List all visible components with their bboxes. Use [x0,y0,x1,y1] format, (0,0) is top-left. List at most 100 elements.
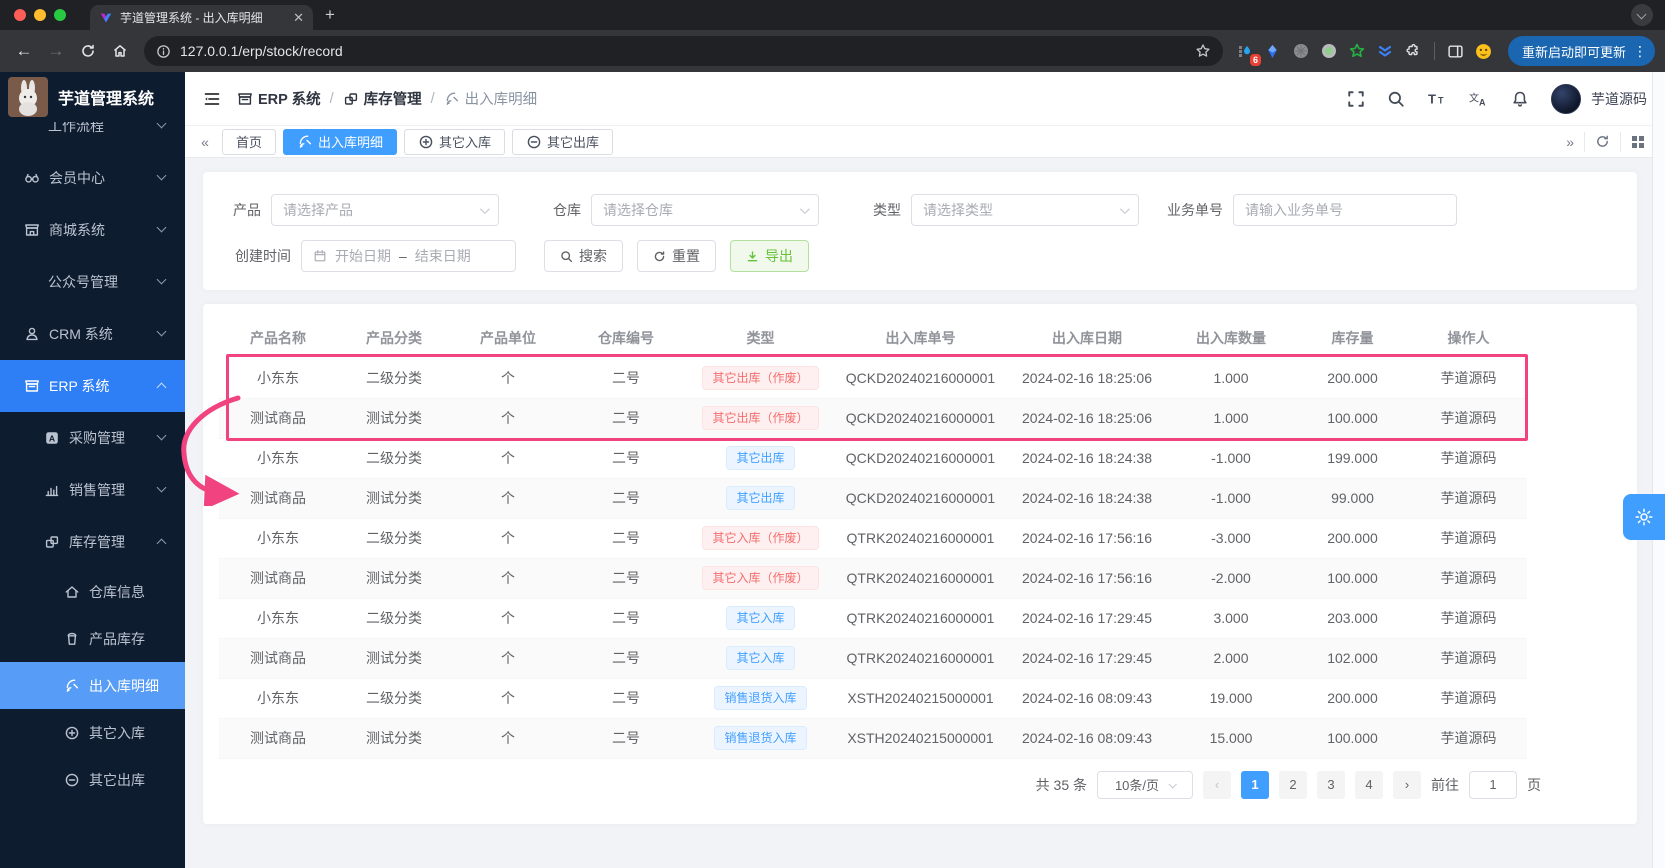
theme-settings-button[interactable] [1623,494,1665,540]
bookmark-star-icon[interactable] [1195,43,1211,59]
type-cell: 其它入库 [687,598,834,639]
layout-grid-icon[interactable] [1620,131,1655,152]
sidebar-item[interactable]: 销售管理 [0,464,185,516]
translate-icon[interactable]: 文A [1469,90,1489,108]
minimize-window-button[interactable] [34,9,46,21]
extension-gray-icon[interactable] [1289,39,1313,63]
goto-page-input[interactable] [1469,770,1517,799]
user-avatar[interactable] [1551,83,1581,114]
date-range-picker[interactable]: 开始日期 – 结束日期 [301,240,516,272]
tab-item[interactable]: 其它出库 [512,128,614,155]
page-button[interactable]: 2 [1279,770,1307,799]
breadcrumb-item[interactable]: 出入库明细 [444,88,537,109]
type-cell: 其它入库（作废） [687,518,834,559]
sidebar-item[interactable]: A 采购管理 [0,412,185,464]
warehouse-cell: 二号 [565,558,687,599]
sidebar-item[interactable]: CRM 系统 [0,308,185,360]
tab-search-button[interactable] [1631,4,1653,26]
side-panel-icon[interactable] [1444,39,1468,63]
table-row[interactable]: 小东东 二级分类个二号 销售退货入库 XSTH20240215000001 2024-0… [219,678,1527,719]
table-row[interactable]: 测试商品 测试分类个二号 其它出库 QCKD20240216000001 2024-02… [219,478,1527,519]
search-icon[interactable] [1387,90,1405,108]
tabs-scroll-left-icon[interactable]: « [195,134,215,150]
new-tab-button[interactable]: + [325,5,335,25]
collapse-menu-icon[interactable] [203,90,221,108]
page-button[interactable]: 3 [1317,770,1345,799]
extension-green-circle-icon[interactable] [1317,39,1341,63]
sidebar-item[interactable]: 出入库明细 [0,662,185,709]
tabs-scroll-right-icon[interactable]: » [1556,132,1584,152]
browser-update-button[interactable]: 重新启动即可更新 ⋮ [1507,36,1655,66]
product-select[interactable]: 请选择产品 [271,194,499,226]
sidebar-item[interactable]: 产品库存 [0,615,185,662]
sidebar-item[interactable]: ERP 系统 [0,360,185,412]
breadcrumb-item[interactable]: ERP 系统 [237,88,321,109]
operator-cell: 芋道源码 [1410,718,1527,759]
table-row[interactable]: 小东东 二级分类个二号 其它出库（作废） QCKD20240216000001 2024… [219,358,1527,399]
search-icon [560,250,573,263]
table-row[interactable]: 测试商品 测试分类个二号 销售退货入库 XSTH20240215000001 2024-… [219,718,1527,759]
sidebar-item[interactable]: 其它出库 [0,756,185,803]
sidebar-logo-row[interactable]: 芋道管理系统 [0,72,185,122]
extension-chevrons-icon[interactable] [1373,39,1397,63]
site-info-icon[interactable] [156,44,171,59]
tab-item[interactable]: 其它入库 [404,128,506,155]
table-row[interactable]: 小东东 二级分类个二号 其它入库 QTRK20240216000001 2024-02-… [219,598,1527,639]
page-button[interactable]: 4 [1355,770,1383,799]
home-icon[interactable] [106,37,134,65]
prev-page-button[interactable]: ‹ [1203,770,1231,799]
browser-menu-icon[interactable]: ⋮ [1633,43,1647,60]
emoji-extension-icon[interactable] [1472,39,1496,63]
browser-tab[interactable]: 芋道管理系统 - 出入库明细 ✕ [90,5,313,30]
extension-pin-icon[interactable] [1261,39,1285,63]
refresh-page-icon[interactable] [1584,131,1620,152]
close-tab-icon[interactable]: ✕ [293,10,304,26]
search-button[interactable]: 搜索 [544,240,623,272]
scrollbar[interactable] [1652,72,1665,868]
next-page-button[interactable]: › [1393,770,1421,799]
tab-active[interactable]: 出入库明细 [283,128,398,155]
tab-label: 出入库明细 [318,135,384,150]
table-row[interactable]: 测试商品 测试分类个二号 其它入库（作废） QTRK20240216000001 202… [219,558,1527,599]
sidebar-item[interactable]: 其它入库 [0,709,185,756]
url-bar[interactable]: 127.0.0.1/erp/stock/record [144,36,1223,66]
table-row[interactable]: 测试商品 测试分类个二号 其它出库（作废） QCKD20240216000001 202… [219,398,1527,439]
sidebar-item[interactable]: 仓库信息 [0,568,185,615]
page-size-select[interactable]: 10条/页 [1097,770,1193,799]
export-button[interactable]: 导出 [730,240,809,272]
bizno-input[interactable]: 请输入业务单号 [1233,194,1457,226]
sidebar-item[interactable]: 公众号管理 [0,256,185,308]
page-button[interactable]: 1 [1241,770,1269,799]
name-cell: 测试商品 [219,398,337,439]
tab-item[interactable]: 首页 [222,128,277,155]
sidebar-item[interactable]: 会员中心 [0,152,185,204]
type-select[interactable]: 请选择类型 [911,194,1139,226]
reload-icon[interactable] [74,37,102,65]
toolbar-divider [1433,42,1435,60]
breadcrumb-item[interactable]: 库存管理 [343,88,422,109]
table-row[interactable]: 小东东 二级分类个二号 其它入库（作废） QTRK20240216000001 2024… [219,518,1527,559]
table-row[interactable]: 测试商品 测试分类个二号 其它入库 QTRK20240216000001 2024-02… [219,638,1527,679]
unit-cell: 个 [451,558,565,599]
warehouse-select[interactable]: 请选择仓库 [591,194,819,226]
sidebar-item[interactable]: 商城系统 [0,204,185,256]
close-window-button[interactable] [14,9,26,21]
back-icon[interactable]: ← [10,37,38,65]
extensions-puzzle-icon[interactable] [1401,39,1425,63]
circle-minus-icon [64,772,80,788]
zoom-window-button[interactable] [54,9,66,21]
chevron-up-icon [156,382,167,393]
sidebar-item[interactable]: 库存管理 [0,516,185,568]
font-size-icon[interactable]: TT [1427,90,1447,108]
table-row[interactable]: 小东东 二级分类个二号 其它出库 QCKD20240216000001 2024-02-… [219,438,1527,479]
date-cell: 2024-02-16 18:25:06 [1007,358,1167,399]
date-cell: 2024-02-16 08:09:43 [1007,678,1167,719]
notification-bell-icon[interactable] [1511,90,1529,108]
extension-green-star-icon[interactable] [1345,39,1369,63]
reset-button[interactable]: 重置 [637,240,716,272]
forward-icon[interactable]: → [42,37,70,65]
fullscreen-icon[interactable] [1347,90,1365,108]
quantity-cell: -1.000 [1167,438,1295,479]
window-controls[interactable] [0,9,78,21]
extension-updater-icon[interactable]: 6 [1233,39,1261,66]
